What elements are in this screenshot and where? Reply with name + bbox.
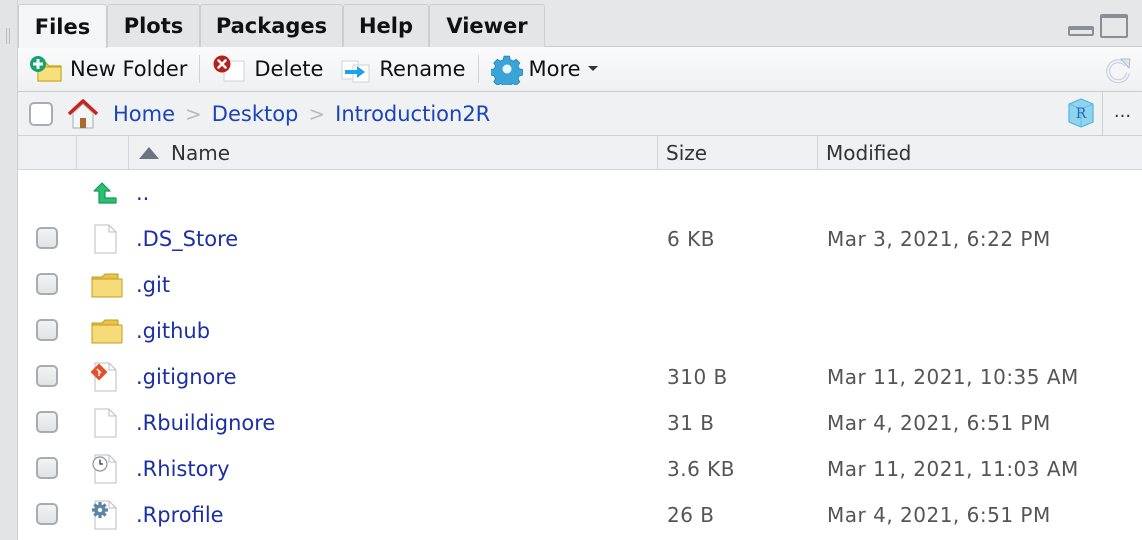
rename-label: Rename xyxy=(379,57,466,81)
delete-label: Delete xyxy=(254,57,324,81)
file-checkbox[interactable] xyxy=(36,457,58,479)
file-modified: Mar 4, 2021, 6:51 PM xyxy=(827,411,1051,435)
delete-icon xyxy=(213,55,245,82)
breadcrumb-introduction2r[interactable]: Introduction2R xyxy=(335,102,490,126)
file-modified: Mar 3, 2021, 6:22 PM xyxy=(827,227,1051,251)
file-size: 310 B xyxy=(667,365,728,389)
folder-icon xyxy=(90,315,123,347)
file-checkbox[interactable] xyxy=(36,411,58,433)
more-path-options-button[interactable]: ... xyxy=(1102,92,1142,135)
file-row[interactable]: .Rhistory 3.6 KB Mar 11, 2021, 11:03 AM xyxy=(18,446,1142,492)
file-row[interactable]: .git xyxy=(18,262,1142,308)
header-name[interactable]: Name xyxy=(129,136,658,169)
file-row[interactable]: .DS_Store 6 KB Mar 3, 2021, 6:22 PM xyxy=(18,216,1142,262)
breadcrumb-home[interactable]: Home xyxy=(113,102,175,126)
tab-bar: Files Plots Packages Help Viewer xyxy=(18,0,1142,48)
svg-text:R: R xyxy=(1076,106,1087,122)
file-checkbox[interactable] xyxy=(36,319,58,341)
tab-packages[interactable]: Packages xyxy=(200,4,343,47)
git-file-icon xyxy=(90,361,120,393)
splitter-grip[interactable] xyxy=(6,28,10,44)
maximize-pane-button[interactable] xyxy=(1100,14,1128,38)
files-toolbar: New Folder Delete Rename More xyxy=(18,47,1142,92)
file-row[interactable]: .github xyxy=(18,308,1142,354)
tab-help[interactable]: Help xyxy=(343,4,429,47)
r-project-icon[interactable]: R xyxy=(1066,98,1096,128)
home-icon[interactable] xyxy=(65,98,101,130)
new-folder-icon xyxy=(30,56,62,82)
more-label: More xyxy=(528,57,581,81)
file-name-link[interactable]: .Rprofile xyxy=(136,503,224,527)
delete-button[interactable]: Delete xyxy=(204,47,331,91)
file-size: 3.6 KB xyxy=(667,457,735,481)
rename-icon xyxy=(341,60,370,83)
file-checkbox[interactable] xyxy=(36,503,58,525)
go-up-icon xyxy=(93,182,117,204)
rename-button[interactable]: Rename xyxy=(331,47,473,91)
file-row[interactable]: .Rprofile 26 B Mar 4, 2021, 6:51 PM xyxy=(18,492,1142,538)
toolbar-divider xyxy=(477,55,479,83)
file-name-link[interactable]: .Rhistory xyxy=(136,457,230,481)
file-checkbox[interactable] xyxy=(36,227,58,249)
file-modified: Mar 11, 2021, 10:35 AM xyxy=(827,365,1079,389)
new-folder-label: New Folder xyxy=(70,57,188,81)
blank-file-icon xyxy=(90,223,120,255)
settings-file-icon xyxy=(90,499,120,531)
breadcrumb: Home > Desktop > Introduction2R R ... xyxy=(18,92,1142,136)
pane-splitter[interactable] xyxy=(0,0,18,540)
breadcrumb-separator: > xyxy=(308,101,326,126)
file-name-link[interactable]: .gitignore xyxy=(136,365,237,389)
file-row[interactable]: .gitignore 310 B Mar 11, 2021, 10:35 AM xyxy=(18,354,1142,400)
history-file-icon xyxy=(90,453,120,485)
file-checkbox[interactable] xyxy=(36,273,58,295)
file-list-header: Name Size Modified xyxy=(18,136,1142,170)
parent-directory-row[interactable]: .. xyxy=(18,170,1142,216)
toolbar-divider xyxy=(199,55,201,83)
file-name-link[interactable]: .DS_Store xyxy=(136,227,238,251)
sort-ascending-icon xyxy=(139,146,159,159)
folder-icon xyxy=(90,269,123,301)
more-menu-button[interactable]: More xyxy=(483,47,607,91)
header-checkbox-col xyxy=(18,136,77,169)
header-modified[interactable]: Modified xyxy=(818,136,1142,169)
file-name-link[interactable]: .github xyxy=(136,319,210,343)
file-modified: Mar 4, 2021, 6:51 PM xyxy=(827,503,1051,527)
minimize-pane-button[interactable] xyxy=(1068,26,1094,36)
header-size[interactable]: Size xyxy=(658,136,818,169)
header-icon-col xyxy=(77,136,129,169)
breadcrumb-desktop[interactable]: Desktop xyxy=(212,102,299,126)
file-list: .. .DS_Store 6 KB Mar 3, 2021, 6:22 PM .… xyxy=(18,170,1142,538)
header-name-label: Name xyxy=(171,140,231,165)
file-checkbox[interactable] xyxy=(36,365,58,387)
header-modified-label: Modified xyxy=(826,140,912,165)
tab-files[interactable]: Files xyxy=(18,4,107,48)
tab-viewer[interactable]: Viewer xyxy=(429,4,545,47)
file-size: 31 B xyxy=(667,411,715,435)
breadcrumb-separator: > xyxy=(185,101,202,126)
chevron-down-icon xyxy=(587,66,598,71)
file-modified: Mar 11, 2021, 11:03 AM xyxy=(827,457,1079,481)
gear-icon xyxy=(490,55,523,85)
file-name-link[interactable]: .git xyxy=(136,273,170,297)
parent-directory-link[interactable]: .. xyxy=(136,181,149,205)
file-size: 6 KB xyxy=(667,227,715,251)
file-row[interactable]: .Rbuildignore 31 B Mar 4, 2021, 6:51 PM xyxy=(18,400,1142,446)
file-name-link[interactable]: .Rbuildignore xyxy=(136,411,275,435)
select-all-checkbox[interactable] xyxy=(29,101,53,126)
blank-file-icon xyxy=(90,407,120,439)
new-folder-button[interactable]: New Folder xyxy=(18,47,195,91)
refresh-icon[interactable] xyxy=(1104,56,1132,84)
tab-plots[interactable]: Plots xyxy=(107,4,200,47)
header-size-label: Size xyxy=(666,140,708,165)
files-pane: Files Plots Packages Help Viewer New Fol… xyxy=(18,0,1142,540)
file-size: 26 B xyxy=(667,503,715,527)
